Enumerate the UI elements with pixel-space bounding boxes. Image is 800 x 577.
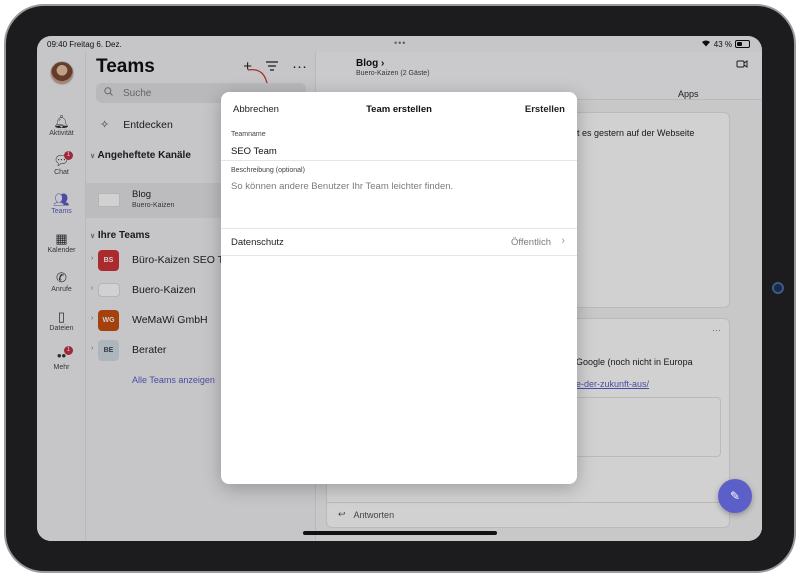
create-button[interactable]: Erstellen — [525, 104, 565, 115]
divider — [221, 160, 577, 161]
home-indicator[interactable] — [303, 531, 497, 535]
chevron-right-icon: › — [561, 235, 565, 247]
compose-icon: ✎ — [729, 489, 741, 503]
team-name-input[interactable]: SEO Team — [231, 146, 277, 157]
privacy-value: Öffentlich — [511, 237, 551, 248]
description-label: Beschreibung (optional) — [231, 167, 305, 174]
team-name-label: Teamname — [231, 131, 266, 138]
divider — [221, 255, 577, 256]
privacy-label: Datenschutz — [231, 237, 284, 248]
camera-dot — [772, 282, 784, 294]
new-post-button[interactable]: ✎ — [718, 479, 752, 513]
dialog-title: Team erstellen — [366, 104, 432, 115]
divider — [221, 228, 577, 229]
screen: 09:40 Freitag 6. Dez. ••• 43 % 🔔︎ Aktivit… — [37, 36, 762, 541]
create-team-dialog: Abbrechen Team erstellen Erstellen Teamn… — [221, 92, 577, 484]
description-input[interactable]: So können andere Benutzer Ihr Team leich… — [231, 181, 453, 192]
dialog-header: Abbrechen Team erstellen Erstellen — [221, 92, 577, 126]
